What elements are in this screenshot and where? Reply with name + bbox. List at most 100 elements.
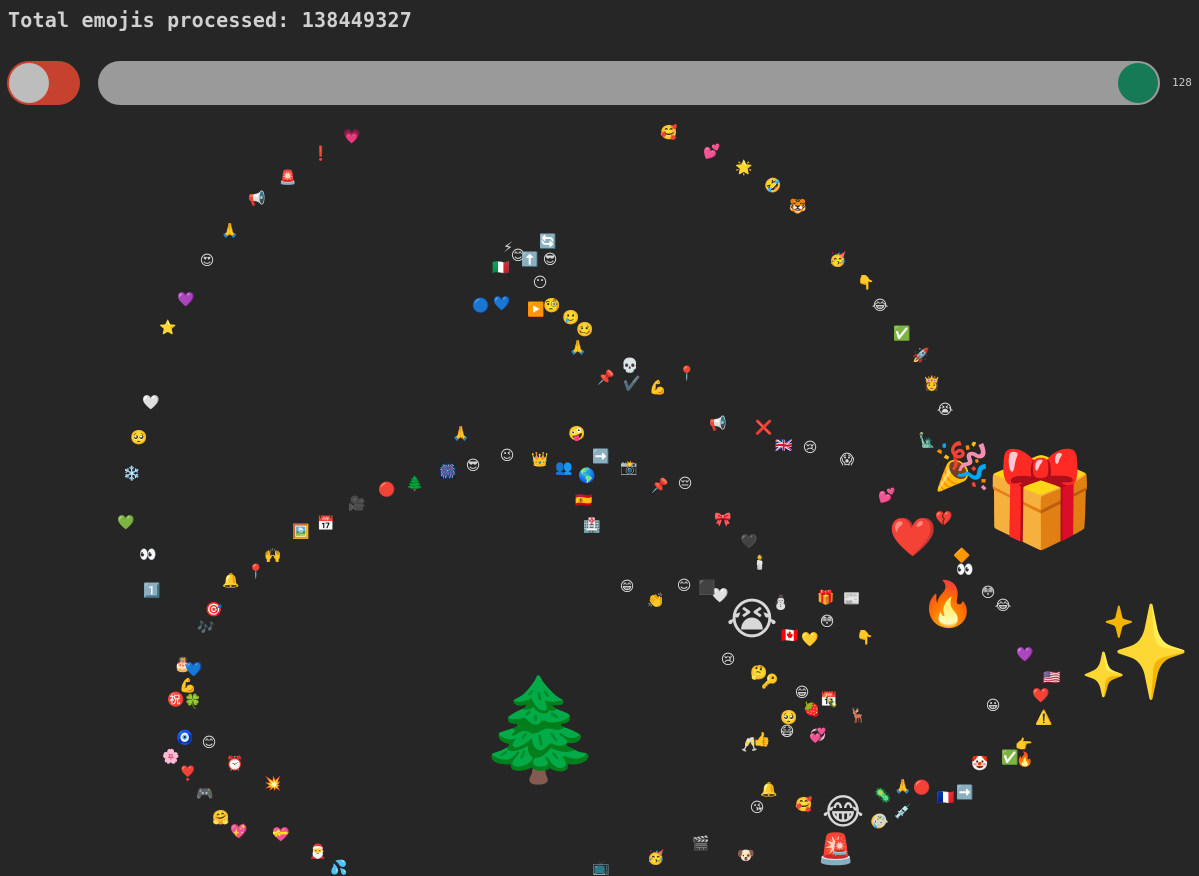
emoji-particle: 😘: [749, 800, 765, 816]
emoji-particle: 🍓: [803, 702, 821, 718]
emoji-particle: 🙏: [894, 779, 912, 795]
emoji-particle: ⚠️: [1035, 710, 1053, 726]
emoji-particle: 😷: [779, 724, 795, 740]
emoji-particle: 🥺: [780, 710, 798, 726]
emoji-particle: 💔: [935, 511, 953, 527]
emoji-particle: 💙: [493, 296, 511, 312]
emoji-particle: 🙌: [264, 548, 282, 564]
emoji-particle: 🥳: [829, 252, 847, 268]
emoji-particle: 💝: [272, 827, 290, 843]
emoji-particle: 🌟: [735, 160, 753, 176]
emoji-particle: 👏: [647, 593, 665, 609]
emoji-particle: 😳: [980, 585, 996, 601]
emoji-particle: 🔵: [472, 298, 490, 314]
emoji-particle: 💚: [117, 515, 135, 531]
large-emoji: 😂: [821, 792, 865, 833]
emoji-particle: 📍: [247, 564, 265, 580]
emoji-particle: 🎶: [197, 620, 215, 636]
emoji-particle: 🔄: [539, 234, 557, 250]
emoji-particle: 🥰: [795, 797, 813, 813]
emoji-particle: 📸: [620, 460, 638, 476]
emoji-particle: 💞: [809, 728, 827, 744]
emoji-particle: ❌: [755, 420, 773, 436]
emoji-particle: 🎁: [817, 590, 835, 606]
emoji-particle: ➡️: [592, 449, 610, 465]
emoji-particle: 💕: [878, 488, 896, 504]
emoji-particle: ⬛: [698, 580, 716, 596]
emoji-particle: ⛄: [772, 595, 790, 611]
emoji-particle: 👇: [857, 275, 875, 291]
large-emoji: 🎁: [982, 446, 1098, 553]
emoji-particle: 🦠: [874, 788, 892, 804]
emoji-particle: ㊗️: [167, 692, 185, 708]
emoji-particle: 🚨: [279, 170, 297, 186]
emoji-particle: 💦: [330, 860, 348, 876]
emoji-particle: 🤣: [764, 178, 782, 194]
emoji-particle: 🇬🇧: [775, 438, 793, 454]
emoji-particle: 📌: [651, 478, 669, 494]
emoji-particle: ❗: [312, 146, 330, 162]
emoji-particle: 👍: [753, 732, 771, 748]
emoji-canvas: 🎁 ✨ 🌲 😭 🔥 ❤️ 🎉 😂 🚨 💗 ❗ 🚨 📢 🙏 😍 💜 ⭐ 🤍 🥺 ❄️ 💚 👀 1️⃣ 🎯 🎶 🎂 💙 💪 ㊗️ 🍀 🧿 😊 🌸 ⏰ ❣…: [0, 108, 1199, 876]
toggle-knob[interactable]: [9, 63, 49, 103]
emoji-particle: 💪: [179, 678, 197, 694]
emoji-particle: 💖: [230, 824, 248, 840]
emoji-particle: 😎: [465, 458, 481, 474]
emoji-particle: 🥳: [647, 850, 665, 866]
emoji-particle: 😢: [802, 440, 818, 456]
emoji-particle: 📅: [317, 516, 335, 532]
processing-toggle[interactable]: [7, 61, 80, 105]
emoji-particle: 🔶: [953, 548, 971, 564]
slider-track[interactable]: [98, 61, 1160, 105]
emoji-particle: 🔴: [913, 780, 931, 796]
emoji-particle: 🙏: [452, 426, 470, 442]
emoji-particle: 🤔: [750, 665, 768, 681]
large-emoji: 😭: [726, 594, 778, 645]
emoji-particle: 😔: [677, 476, 693, 492]
emoji-particle: 💕: [703, 144, 721, 160]
emoji-particle: 💜: [1016, 647, 1034, 663]
emoji-particle: ➡️: [956, 785, 974, 801]
emoji-particle: 😭: [936, 402, 954, 418]
emoji-particle: 🥰: [660, 125, 678, 141]
emoji-particle: 🐶: [737, 848, 755, 864]
emoji-particle: 👸: [923, 376, 941, 392]
emoji-particle: 😍: [199, 253, 215, 269]
emoji-particle: 😊: [201, 735, 217, 751]
emoji-particle: 🗽: [918, 433, 936, 449]
emoji-particle: 🤪: [568, 426, 586, 442]
emoji-particle: 💗: [343, 129, 361, 145]
emoji-particle: ▶️: [527, 302, 545, 318]
emoji-size-slider[interactable]: [98, 61, 1160, 105]
emoji-particle: 🎥: [348, 496, 366, 512]
emoji-particle: 📍: [678, 366, 696, 382]
slider-thumb[interactable]: [1118, 63, 1158, 103]
large-emoji: ✨: [1077, 599, 1193, 706]
emoji-particle: 👥: [555, 460, 573, 476]
emoji-particle: 💉: [894, 804, 912, 820]
emoji-particle: 1️⃣: [143, 583, 161, 599]
emoji-particle: 🧐: [543, 298, 561, 314]
emoji-particle: 💜: [177, 292, 195, 308]
emoji-particle: 👑: [531, 452, 549, 468]
emoji-particle: ⬆️: [521, 252, 539, 268]
emoji-particle: ❣️: [179, 766, 197, 782]
emoji-particle: 🔔: [760, 782, 778, 798]
emoji-particle: 🤡: [971, 756, 989, 772]
emoji-particle: 😂: [994, 598, 1012, 614]
emoji-particle: 😶: [532, 275, 548, 291]
emoji-particle: 🤗: [212, 810, 230, 826]
emoji-particle: 😢: [720, 652, 736, 668]
emoji-particle: 🇫🇷: [937, 790, 955, 806]
emoji-particle: 🔔: [222, 573, 240, 589]
emoji-particle: 🇪🇸: [575, 493, 593, 509]
emoji-particle: 📺: [592, 860, 610, 876]
emoji-particle: 🇨🇦: [781, 628, 799, 644]
emoji-particle: 🧿: [176, 730, 194, 746]
emoji-particle: 😎: [542, 252, 558, 268]
emoji-particle: 🦌: [849, 708, 867, 724]
emoji-particle: 🌎: [578, 468, 596, 484]
emoji-particle: 📰: [843, 591, 861, 607]
emoji-particle: ❤️: [1032, 688, 1050, 704]
emoji-particle: 😀: [985, 698, 1001, 714]
